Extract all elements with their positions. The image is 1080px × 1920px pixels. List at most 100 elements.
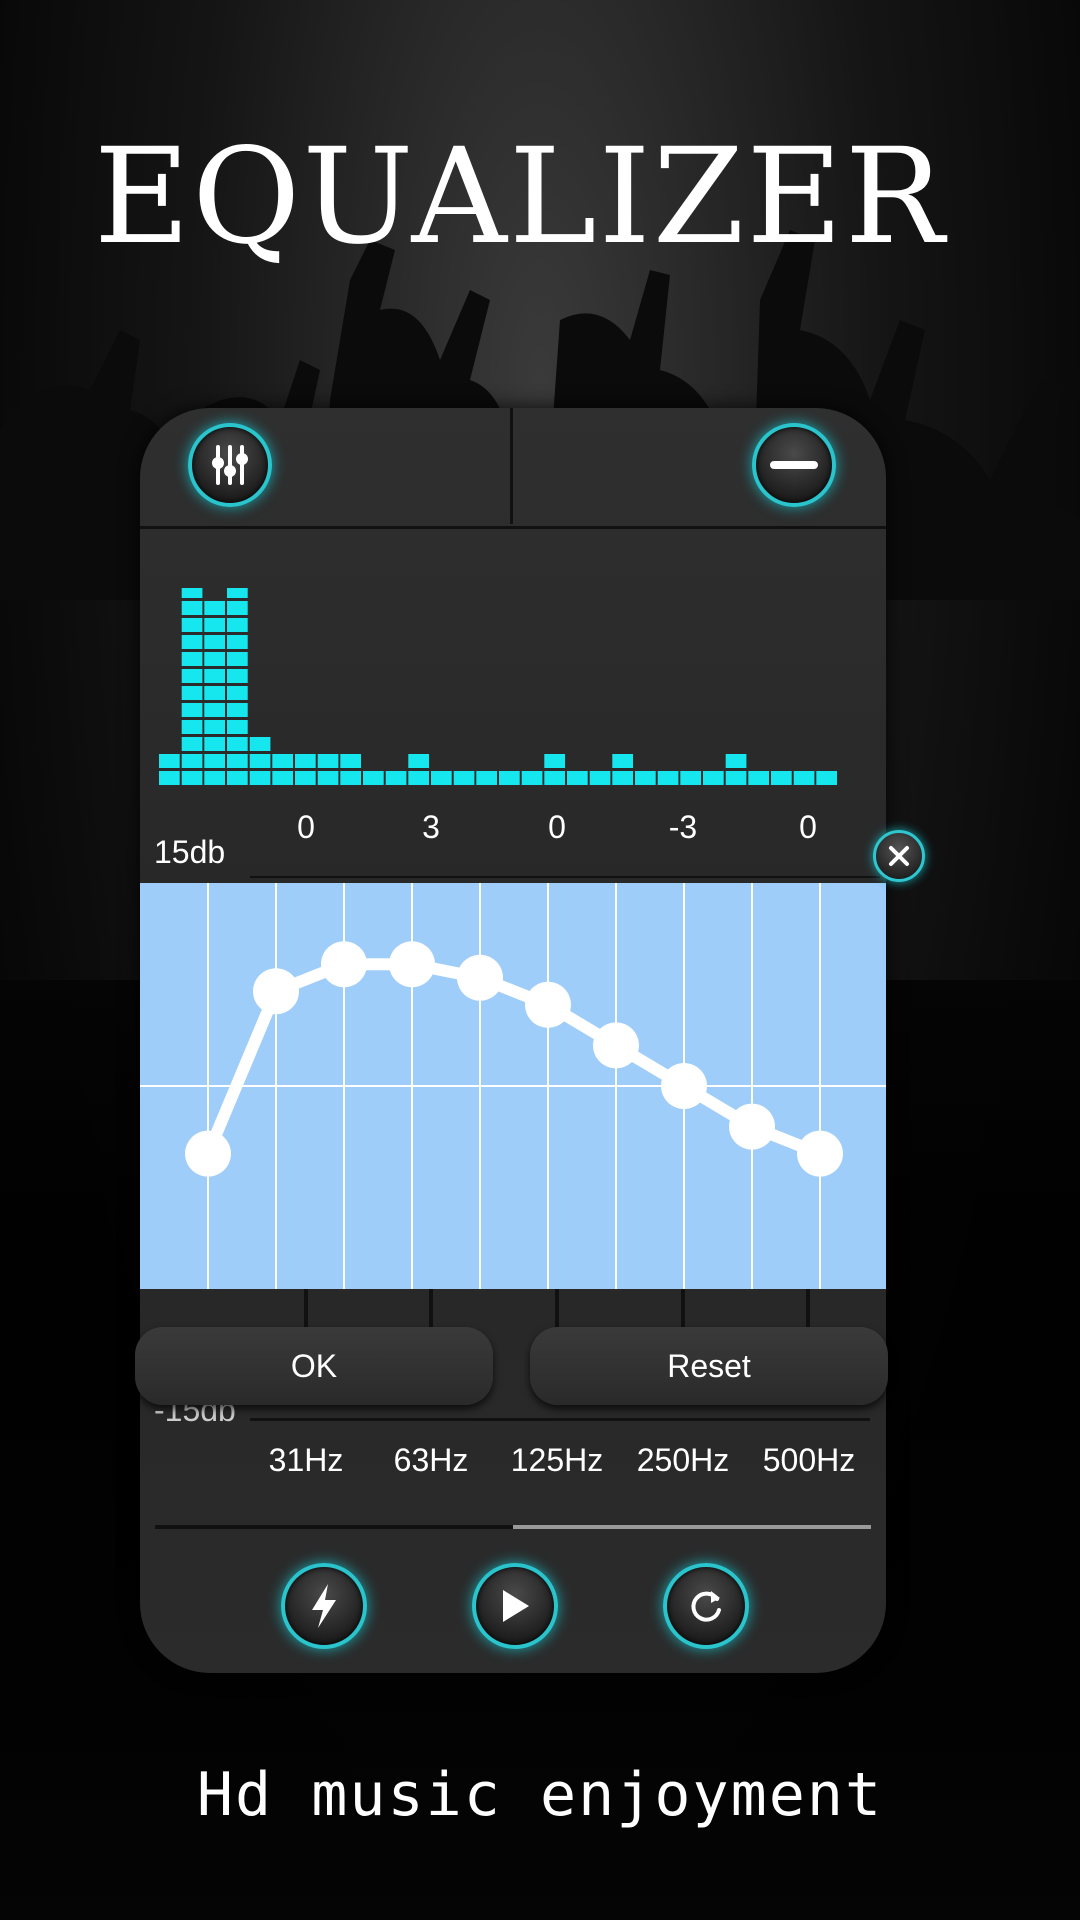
eq-curve-line	[202, 958, 823, 1160]
tagline: Hd music enjoyment	[196, 1760, 884, 1830]
spectrum-cell	[181, 737, 203, 751]
spectrum-cell	[680, 771, 701, 785]
spectrum-cell	[317, 771, 339, 785]
spectrum-cell	[408, 771, 429, 785]
spectrum-cell	[181, 618, 203, 632]
spectrum-cell	[317, 754, 339, 768]
spectrum-cell	[204, 601, 225, 615]
spectrum-cell	[725, 771, 747, 785]
close-button[interactable]	[873, 830, 925, 882]
spectrum-cell	[227, 720, 248, 734]
spectrum-cell	[771, 771, 792, 785]
eq-curve-svg[interactable]	[140, 883, 889, 1289]
eq-band-handle[interactable]	[593, 1022, 639, 1069]
spectrum-cell	[227, 652, 248, 666]
spectrum-cell	[227, 601, 248, 615]
spectrum-cell	[204, 618, 225, 632]
spectrum-cell	[249, 737, 271, 751]
spectrum-cell	[249, 771, 271, 785]
eq-band-handle[interactable]	[729, 1103, 775, 1150]
spectrum-cell	[204, 686, 225, 700]
spectrum-cell	[612, 771, 633, 785]
spectrum-cell	[272, 771, 293, 785]
progress-fill	[155, 1525, 513, 1529]
minus-icon	[770, 461, 818, 469]
panel-header	[140, 408, 886, 529]
eq-band-handle[interactable]	[253, 968, 299, 1015]
spectrum-cell	[295, 771, 316, 785]
eq-band-handle[interactable]	[321, 941, 367, 988]
spectrum-cell	[159, 771, 180, 785]
spectrum-cell	[227, 669, 248, 683]
play-button[interactable]	[472, 1563, 558, 1649]
band-value: -3	[668, 809, 698, 845]
spectrum-cell	[657, 771, 679, 785]
spectrum-cell	[499, 771, 520, 785]
spectrum-cell	[227, 618, 248, 632]
spectrum-cell	[793, 771, 815, 785]
band-values: 0 3 0 -3 0	[140, 805, 886, 845]
preset-progress[interactable]	[155, 1525, 871, 1529]
spectrum-cell	[249, 754, 271, 768]
eq-band-handle[interactable]	[661, 1063, 707, 1109]
spectrum-cell	[204, 737, 225, 751]
refresh-icon	[691, 1591, 721, 1622]
spectrum-cell	[725, 754, 747, 768]
flash-icon	[312, 1584, 336, 1628]
reset-button[interactable]: Reset	[530, 1327, 888, 1405]
spectrum-cell	[363, 771, 384, 785]
spectrum-cell	[748, 771, 769, 785]
eq-band-handle[interactable]	[457, 954, 503, 1001]
spectrum-cell	[272, 754, 293, 768]
eq-band-handle[interactable]	[525, 981, 571, 1028]
page-title: EQUALIZER	[93, 120, 947, 274]
band-value: 0	[548, 809, 566, 845]
spectrum-cell	[227, 703, 248, 717]
spectrum-cell	[612, 754, 633, 768]
header-divider	[510, 408, 513, 524]
eq-curve-graph[interactable]	[140, 883, 889, 1289]
ok-button[interactable]: OK	[135, 1327, 493, 1405]
spectrum-cell	[181, 588, 203, 598]
boost-button[interactable]	[281, 1563, 367, 1649]
close-icon	[889, 846, 909, 866]
spectrum-cell	[227, 588, 248, 598]
eq-band-handle[interactable]	[185, 1130, 231, 1177]
spectrum-cell	[181, 754, 203, 768]
spectrum-cell	[227, 754, 248, 768]
frequency-divider	[250, 1418, 870, 1421]
spectrum-cell	[181, 771, 203, 785]
frequency-label: 125Hz	[510, 1442, 604, 1478]
band-value: 0	[799, 809, 817, 845]
spectrum-cell	[476, 771, 497, 785]
play-icon	[503, 1590, 529, 1622]
spectrum-cell	[204, 771, 225, 785]
band-value: 3	[422, 809, 440, 845]
spectrum-cell	[340, 771, 361, 785]
spectrum-cell	[181, 686, 203, 700]
spectrum-cell	[295, 754, 316, 768]
spectrum-cell	[544, 754, 565, 768]
spectrum-cell	[204, 652, 225, 666]
eq-top-line	[250, 876, 880, 878]
spectrum-cell	[159, 754, 180, 768]
spectrum-cell	[816, 771, 837, 785]
spectrum-cell	[181, 720, 203, 734]
minimize-button[interactable]	[752, 423, 836, 507]
refresh-button[interactable]	[663, 1563, 749, 1649]
spectrum-cell	[204, 635, 225, 649]
spectrum-visualizer	[159, 588, 837, 785]
frequency-label: 31Hz	[268, 1442, 344, 1478]
spectrum-cell	[521, 771, 543, 785]
spectrum-cell	[408, 754, 429, 768]
spectrum-cell	[227, 737, 248, 751]
eq-band-handle[interactable]	[797, 1130, 843, 1177]
spectrum-cell	[453, 771, 475, 785]
sliders-button[interactable]	[188, 423, 272, 507]
eq-band-handle[interactable]	[389, 941, 435, 988]
spectrum-cell	[181, 703, 203, 717]
spectrum-cell	[181, 635, 203, 649]
slider-ticks	[304, 1289, 810, 1329]
spectrum-cell	[567, 771, 588, 785]
spectrum-cell	[703, 771, 724, 785]
